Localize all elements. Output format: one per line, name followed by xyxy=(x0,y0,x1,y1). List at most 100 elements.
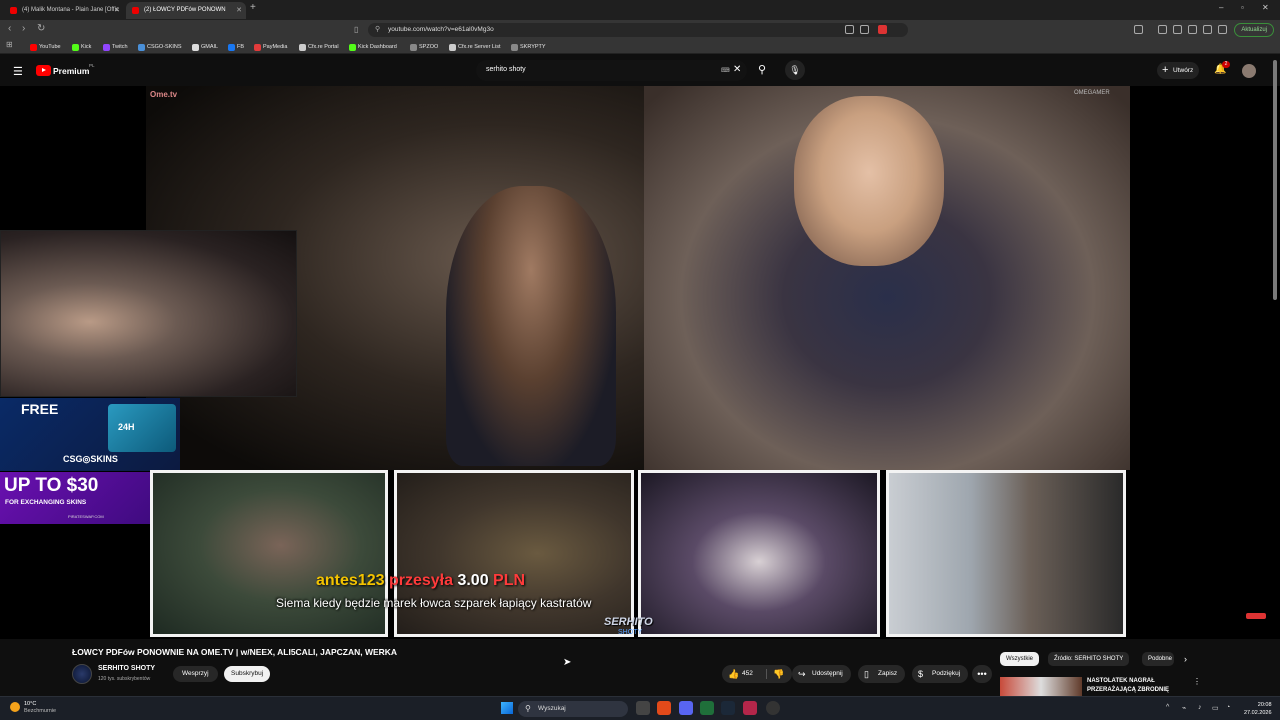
forward-icon[interactable]: › xyxy=(22,23,25,34)
avatar[interactable] xyxy=(1242,64,1256,78)
recommended-thumbnail[interactable] xyxy=(1000,677,1082,697)
wifi-icon[interactable]: ◔ xyxy=(1226,704,1230,711)
share-button[interactable]: ↪ Udostępnij xyxy=(792,665,851,683)
channel-avatar[interactable] xyxy=(72,664,92,684)
close-tab-icon[interactable]: ✕ xyxy=(236,2,242,19)
brave-icon[interactable] xyxy=(657,701,671,715)
subscribe-button[interactable]: Subskrybuj xyxy=(224,666,271,682)
taskbar-search[interactable]: ⚲ Wyszukaj xyxy=(518,701,628,717)
youtube-logo-icon[interactable] xyxy=(36,65,51,76)
update-button[interactable]: Aktualizuj xyxy=(1234,23,1274,37)
bookmark-twitch[interactable]: Twitch xyxy=(103,42,128,52)
bookmark-gmail[interactable]: GMAIL xyxy=(192,42,218,52)
recommended-title[interactable]: NASTOLATEK NAGRAŁ PRZERAŻAJĄCĄ ZBRODNIĘ xyxy=(1087,677,1187,695)
volume-icon[interactable]: ♪ xyxy=(1198,704,1202,711)
back-icon[interactable]: ‹ xyxy=(8,23,11,34)
bookmark-cfx-portal[interactable]: Cfx.re Portal xyxy=(299,42,339,52)
video-title: ŁOWCY PDFów PONOWNIE NA OME.TV | w/NEEX,… xyxy=(72,647,398,657)
task-view-icon[interactable] xyxy=(636,701,650,715)
wallet-icon[interactable] xyxy=(1188,25,1197,34)
csgo-skins-icon xyxy=(138,44,145,51)
chip-all[interactable]: Wszystkie xyxy=(1000,652,1039,666)
weather-widget[interactable]: 10°C Bezchmurnie xyxy=(10,701,56,715)
join-button[interactable]: Wesprzyj xyxy=(173,666,218,682)
youtube-logo-text[interactable]: Premium xyxy=(53,66,89,76)
battery-icon[interactable]: ▭ xyxy=(1212,704,1219,712)
bookmark-spzoo[interactable]: SPZOO xyxy=(410,42,438,52)
share-icon: ↪ xyxy=(798,669,806,679)
browser-tab[interactable]: (4) Malik Montana - Plain Jane [Offic ✕ xyxy=(4,2,124,19)
ad-free-label: FREE xyxy=(21,401,59,417)
create-button[interactable]: + Utwórz xyxy=(1157,62,1200,79)
bookmark-youtube[interactable]: YouTube xyxy=(30,42,61,52)
search-input[interactable]: serhito shoty ⌨ ✕ xyxy=(476,60,747,81)
chip-from-channel[interactable]: Źródło: SERHITO SHOTY xyxy=(1048,652,1130,666)
bookmark-kick[interactable]: Kick xyxy=(72,42,91,52)
microphone-icon[interactable]: 🎙 xyxy=(785,60,805,80)
minimize-icon[interactable]: – xyxy=(1219,3,1223,12)
thanks-button[interactable]: $ Podziękuj xyxy=(912,665,969,683)
bookmark-paymedia[interactable]: PayMedia xyxy=(254,42,287,52)
reaction-cam-4 xyxy=(886,470,1126,637)
share-page-icon[interactable] xyxy=(860,25,869,34)
bookmark-csgo-skins[interactable]: CSGO-SKINS xyxy=(138,42,182,52)
cast-icon[interactable] xyxy=(845,25,854,34)
youtube-favicon-icon xyxy=(10,7,17,14)
menu-icon[interactable]: ☰ xyxy=(13,65,23,78)
search-icon: ⚲ xyxy=(525,704,531,713)
more-actions-button[interactable]: ••• xyxy=(972,665,992,683)
windows-taskbar: 10°C Bezchmurnie ⚲ Wyszukaj ^ ⌁ ♪ ▭ ◔ 20:… xyxy=(0,696,1280,720)
keyboard-icon[interactable]: ⌨ xyxy=(721,67,730,74)
kick-icon xyxy=(349,44,356,51)
scrollbar[interactable] xyxy=(1273,60,1277,300)
steam-icon[interactable] xyxy=(721,701,735,715)
browser-tab-active[interactable]: (2) ŁOWCY PDFów PONOWN ✕ xyxy=(126,2,246,19)
reaction-cam-1 xyxy=(150,470,388,637)
bookmark-kick-dashboard[interactable]: Kick Dashboard xyxy=(349,42,397,52)
url-field[interactable]: ⚲ youtube.com/watch?v=e61al0vMg3o xyxy=(368,23,908,37)
system-clock[interactable]: 20:08 27.02.2026 xyxy=(1244,701,1272,717)
close-window-icon[interactable]: ✕ xyxy=(1262,3,1269,12)
clear-search-icon[interactable]: ✕ xyxy=(733,64,741,75)
vpn-icon[interactable] xyxy=(1218,25,1227,34)
network-icon[interactable]: ⌁ xyxy=(1182,704,1186,712)
thumbs-down-icon[interactable]: 👎 xyxy=(773,665,784,683)
excel-icon[interactable] xyxy=(700,701,714,715)
site-info-icon[interactable]: ⚲ xyxy=(375,23,380,37)
like-count[interactable]: 452 xyxy=(742,670,753,677)
new-tab-icon[interactable]: + xyxy=(250,2,256,13)
app-icon[interactable] xyxy=(743,701,757,715)
bookmark-skrypty[interactable]: SKRYPTY xyxy=(511,42,546,52)
ad-headline: UP TO $30 xyxy=(4,475,99,496)
maximize-icon[interactable]: ▫ xyxy=(1241,3,1244,12)
chevron-right-icon[interactable]: › xyxy=(1184,654,1187,664)
bookmark-icon[interactable]: ▯ xyxy=(354,25,358,34)
donor-name: antes123 xyxy=(316,572,385,589)
reload-icon[interactable]: ↻ xyxy=(37,23,45,34)
close-tab-icon[interactable]: ✕ xyxy=(114,2,120,19)
thumbs-up-icon[interactable]: 👍 xyxy=(728,665,739,683)
search-icon[interactable]: ⚲ xyxy=(750,60,774,81)
media-icon[interactable] xyxy=(1158,25,1167,34)
tray-chevron-icon[interactable]: ^ xyxy=(1166,704,1169,711)
bookmark-fb[interactable]: FB xyxy=(228,42,244,52)
gmail-icon xyxy=(192,44,199,51)
more-vertical-icon[interactable]: ⋮ xyxy=(1193,677,1201,686)
discord-icon[interactable] xyxy=(679,701,693,715)
obs-icon[interactable] xyxy=(766,701,780,715)
donor-currency: PLN xyxy=(493,572,526,589)
channel-name[interactable]: SERHITO SHOTY xyxy=(98,665,155,672)
apps-grid-icon[interactable]: ⊞ xyxy=(6,40,13,49)
kick-icon xyxy=(72,44,79,51)
windows-start-icon[interactable] xyxy=(501,702,513,714)
bookmark-cfx-server-list[interactable]: Cfx.re Server List xyxy=(449,42,500,52)
extensions-puzzle-icon[interactable] xyxy=(1203,25,1212,34)
ad-domain: PIRATESWAP.COM xyxy=(68,514,104,519)
video-player[interactable]: Ome.tv OMEGAMER FREE 24H CSG◎SKINS UP TO… xyxy=(0,86,1280,639)
sidebar-icon[interactable] xyxy=(1173,25,1182,34)
save-button[interactable]: ▯ Zapisz xyxy=(858,665,906,683)
chip-related[interactable]: Podobne xyxy=(1142,652,1174,666)
clock-date: 27.02.2026 xyxy=(1244,710,1272,716)
brave-shield-icon[interactable] xyxy=(878,25,887,34)
extension-icon[interactable] xyxy=(1134,25,1143,34)
